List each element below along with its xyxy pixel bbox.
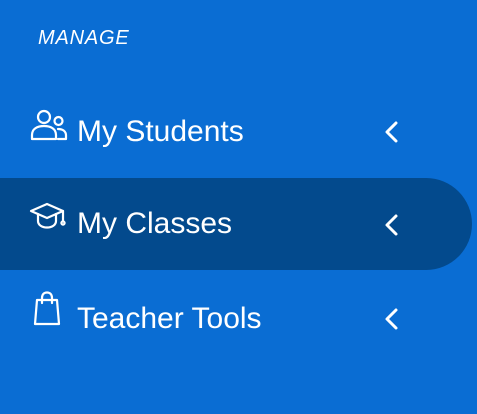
users-icon	[29, 108, 69, 144]
sidebar-item-label: Teacher Tools	[77, 302, 262, 335]
sidebar: MANAGE My Students My Classes Teacher To…	[0, 0, 477, 414]
chevron-left-icon[interactable]	[383, 213, 401, 237]
sidebar-item-teacher-tools[interactable]: Teacher Tools	[0, 272, 472, 364]
sidebar-item-my-classes[interactable]: My Classes	[0, 178, 472, 270]
sidebar-item-my-students[interactable]: My Students	[0, 87, 472, 179]
sidebar-item-label: My Students	[77, 115, 244, 148]
section-title-manage: MANAGE	[38, 27, 130, 49]
shopping-bag-icon	[29, 290, 69, 326]
chevron-left-icon[interactable]	[383, 120, 401, 144]
chevron-left-icon[interactable]	[383, 307, 401, 331]
sidebar-item-label: My Classes	[77, 207, 233, 240]
graduation-cap-icon	[29, 200, 69, 236]
